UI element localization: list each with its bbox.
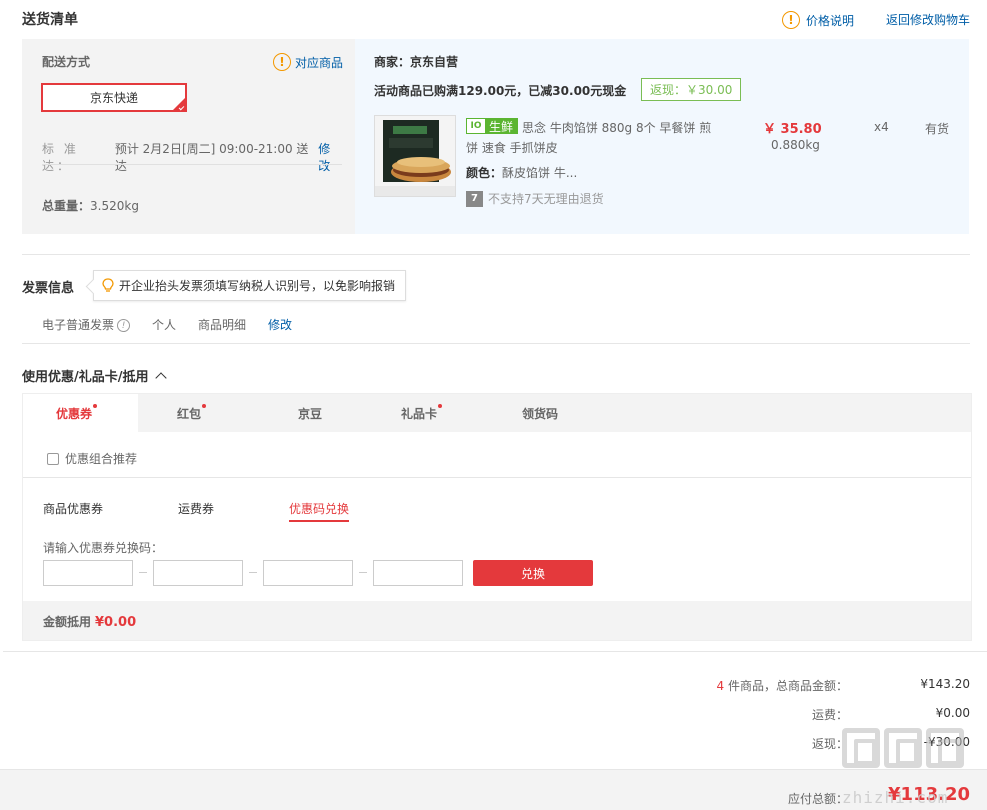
price-note-link[interactable]: ! 价格说明 [782,11,854,29]
edit-delivery-time-link[interactable]: 修改 [318,140,342,174]
tab-label: 礼品卡 [401,407,438,421]
shipping-fee-value: ¥0.00 [935,706,970,720]
goods-total-label: 4 件商品，总商品金额： [717,677,848,694]
price-note-label: 价格说明 [806,13,855,28]
standard-delivery-row: 标 准 达： 预计 2月2日[周二] 09:00-21:00 送达 修改 [42,140,342,174]
combo-label: 优惠组合推荐 [65,452,138,466]
tab-gift-card[interactable]: 礼品卡 [401,404,443,422]
combo-recommend[interactable]: 优惠组合推荐 [47,450,137,467]
product-image[interactable] [374,115,456,197]
cashback-tag: 返现：￥30.00 [641,78,742,101]
product-price: ￥ 35.80 [763,122,822,137]
deduct-label: 金额抵用 [43,615,92,629]
coupon-tabs [23,394,971,432]
dot-icon [202,404,207,408]
deduct-bar [23,601,971,640]
watermark-logo [842,728,964,768]
promo-text: 活动商品已购满129.00元，已减30.00元现金 [374,84,627,98]
payable-label: 应付总额： [787,792,848,806]
goods-count-label: 件商品，总商品金额： [724,679,848,693]
coupon-section-title: 使用优惠/礼品卡/抵用 [22,370,149,385]
shipping-fee-label: 运费： [811,708,848,722]
standard-delivery-value: 预计 2月2日[周二] 09:00-21:00 送达 [114,142,309,173]
tab-label: 红包 [177,407,202,421]
deduct-value: ¥0.00 [95,615,137,630]
divider [22,254,970,255]
invoice-details: 电子普通发票! 个人 商品明细 修改 [42,316,314,333]
divider [23,477,971,478]
edit-invoice-link[interactable]: 修改 [268,316,292,333]
fresh-badge-label: 生鲜 [485,119,518,134]
tab-label: 京豆 [298,407,323,421]
divider [42,164,342,165]
code-input-1[interactable] [43,560,133,586]
dot-icon [438,404,443,408]
total-weight-label: 总重量： [42,199,91,213]
watermark-glyph [926,728,964,768]
fresh-badge: IO 生鲜 [466,118,519,134]
invoice-tip-text: 开企业抬头发票须填写纳税人识别号，以免影响报销 [119,279,396,293]
total-weight: 总重量：3.520kg [42,197,139,214]
watermark-glyph [884,728,922,768]
total-weight-value: 3.520kg [90,199,139,213]
tab-label: 领货码 [522,407,559,421]
product-weight: 0.880kg [771,138,820,152]
product-color-label: 颜色： [466,166,503,180]
product-color: 颜色：酥皮馅饼 牛... [466,164,577,181]
return-policy: 7 不支持7天无理由退货 [466,190,604,207]
product-thumbnail [375,116,455,196]
no-7day-return-icon: 7 [466,190,483,207]
subtab-shipping-coupon[interactable]: 运费券 [178,500,214,517]
combo-checkbox[interactable] [47,452,59,465]
seller-name: 商家：京东自营 [374,55,459,69]
lightbulb-icon [102,278,114,292]
chevron-up-icon [154,372,167,384]
goods-total-value: ¥143.20 [920,677,970,691]
deduct-amount: 金额抵用 ¥0.00 [43,613,136,630]
code-input-2[interactable] [153,560,243,586]
standard-delivery-label: 标 准 达： [42,142,79,173]
matched-goods-label: 对应商品 [295,55,344,70]
invoice-title: 发票信息 [22,281,75,296]
tab-label: 优惠券 [56,407,93,421]
shipping-option-jd-express[interactable]: 京东快递 [41,83,187,112]
invoice-tip: 开企业抬头发票须填写纳税人识别号，以免影响报销 [93,270,407,301]
dash-separator [249,572,257,573]
invoice-type: 电子普通发票! [42,316,131,333]
product-quantity: x4 [874,120,889,134]
back-to-cart-link[interactable]: 返回修改购物车 [886,11,970,28]
section-title: 送货清单 [22,12,78,28]
divider [3,651,987,652]
subtab-goods-coupon[interactable]: 商品优惠券 [43,500,103,517]
tab-red-packet[interactable]: 红包 [177,404,207,422]
shipping-method-label: 配送方式 [42,55,91,69]
tab-jd-bean[interactable]: 京豆 [298,405,322,422]
invoice-content: 商品明细 [198,318,247,332]
code-input-label: 请输入优惠券兑换码： [43,541,164,555]
watermark-glyph [842,728,880,768]
watermark-text: zhizhi.com [842,788,949,807]
dash-separator [139,572,147,573]
tab-coupon[interactable]: 优惠券 [56,404,98,422]
divider [22,343,970,344]
code-input-4[interactable] [373,560,463,586]
subtab-code-redeem[interactable]: 优惠码兑换 [289,500,350,522]
warning-icon: ! [782,11,800,29]
dot-icon [93,404,98,408]
dash-separator [359,572,367,573]
coupon-section-toggle[interactable]: 使用优惠/礼品卡/抵用 [22,366,167,385]
matched-goods-link[interactable]: ! 对应商品 [273,53,343,71]
stock-status: 有货 [925,122,950,136]
product-color-value: 酥皮馅饼 牛... [502,166,578,180]
warning-icon: ! [273,53,291,71]
shipping-option-label: 京东快递 [89,91,138,105]
code-input-3[interactable] [263,560,353,586]
return-policy-label: 不支持7天无理由退货 [488,192,604,206]
invoice-title-type: 个人 [152,318,177,332]
tab-pickup-code[interactable]: 领货码 [522,405,558,422]
redeem-button[interactable]: 兑换 [473,560,593,586]
info-icon[interactable]: ! [117,319,131,332]
fresh-logo-icon: IO [467,119,485,133]
invoice-type-label: 电子普通发票 [42,318,115,332]
